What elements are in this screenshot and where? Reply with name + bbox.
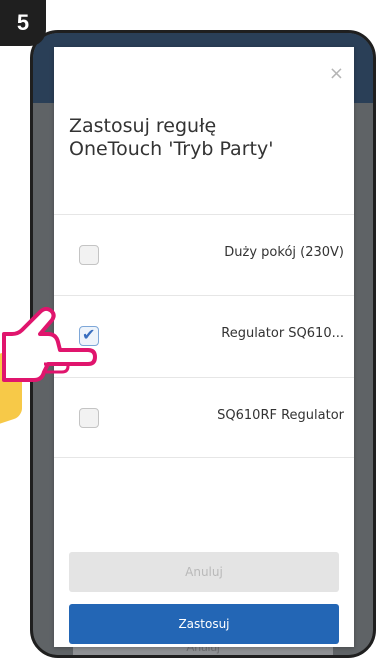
step-badge: 5 — [0, 0, 46, 46]
device-label: Regulator SQ610... — [221, 326, 344, 341]
device-checkbox[interactable] — [79, 408, 99, 428]
pointing-hand-icon — [2, 306, 97, 382]
list-divider — [54, 457, 354, 458]
device-label: Duży pokój (230V) — [224, 245, 344, 260]
device-label: SQ610RF Regulator — [217, 408, 344, 423]
cancel-button[interactable]: Anuluj — [69, 552, 339, 592]
close-icon[interactable]: × — [329, 65, 344, 83]
modal-title-line2: OneTouch 'Tryb Party' — [69, 138, 274, 160]
modal-title: Zastosuj regułę OneTouch 'Tryb Party' — [69, 115, 329, 161]
modal-title-line1: Zastosuj regułę — [69, 115, 217, 137]
device-row-duzy-pokoj[interactable]: Duży pokój (230V) — [54, 214, 354, 295]
device-checkbox[interactable] — [79, 245, 99, 265]
apply-button[interactable]: Zastosuj — [69, 604, 339, 644]
